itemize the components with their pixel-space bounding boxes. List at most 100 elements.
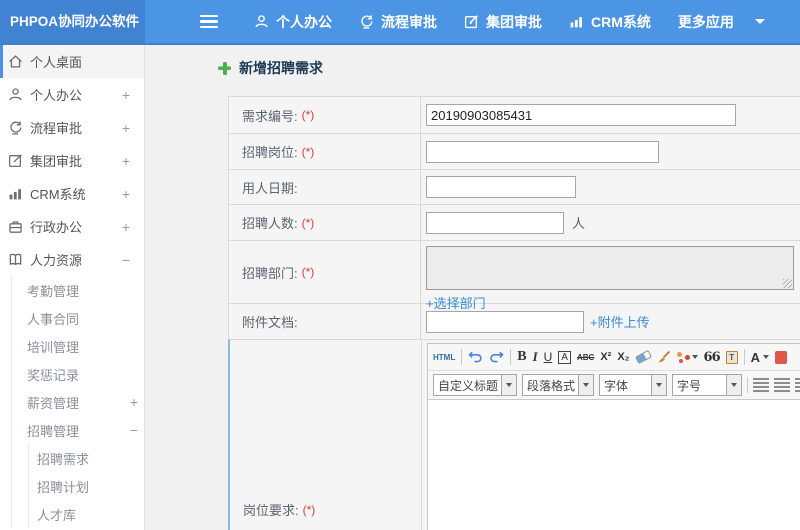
- highlight-color-button[interactable]: [775, 350, 788, 364]
- department-textarea[interactable]: [426, 246, 794, 290]
- form-row-headcount: 招聘人数: (*) 人: [229, 204, 800, 240]
- field-label: 需求编号:: [242, 108, 298, 124]
- briefcase-icon: [8, 219, 23, 234]
- editor-toolbar-row2: 自定义标题 段落格式 字体 字号: [428, 371, 800, 400]
- collapse-minus-icon[interactable]: −: [122, 252, 130, 268]
- headcount-input[interactable]: [426, 211, 564, 234]
- text-color-palette-button[interactable]: [676, 351, 698, 363]
- field-label: 招聘岗位:: [242, 145, 298, 160]
- form-row-date: 用人日期:: [229, 169, 800, 204]
- required-mark: (*): [301, 215, 315, 230]
- sidebar-item-admin-office[interactable]: 行政办公 +: [0, 210, 144, 243]
- field-label: 招聘人数:: [242, 216, 298, 231]
- nav-personal-office[interactable]: 个人办公: [254, 12, 332, 32]
- eraser-icon[interactable]: [634, 349, 652, 365]
- resize-grip-icon[interactable]: [783, 279, 792, 288]
- refresh-icon: [8, 120, 23, 135]
- sidebar-item-group-approval[interactable]: 集团审批 +: [0, 144, 144, 177]
- align-center-icon[interactable]: [774, 378, 790, 392]
- page-title: 新增招聘需求: [218, 58, 323, 78]
- demand-no-input[interactable]: [426, 104, 736, 126]
- collapse-minus-icon[interactable]: −: [130, 422, 138, 438]
- font-family-select[interactable]: 字体: [599, 374, 667, 396]
- nav-group-approval[interactable]: 集团审批: [464, 12, 542, 32]
- recruitment-submenu: 招聘需求 招聘计划 人才库: [28, 444, 144, 528]
- nav-more-apps[interactable]: 更多应用: [678, 12, 765, 32]
- italic-button[interactable]: I: [533, 349, 538, 365]
- sidebar: 个人桌面 个人办公 + 流程审批 + 集团审批 + CRM系统 + 行政办公 +…: [0, 45, 145, 530]
- expand-plus-icon[interactable]: +: [122, 186, 130, 202]
- home-icon: [8, 54, 23, 69]
- sidebar-item-training[interactable]: 培训管理: [12, 332, 144, 360]
- unit-label: 人: [572, 216, 586, 231]
- sidebar-item-personal-desktop[interactable]: 个人桌面: [0, 45, 144, 78]
- form-row-attachment: 附件文档: +附件上传: [229, 303, 800, 339]
- sidebar-item-recruit-plan[interactable]: 招聘计划: [29, 472, 144, 500]
- expand-plus-icon[interactable]: +: [130, 394, 138, 410]
- font-style-button[interactable]: A: [558, 350, 571, 364]
- field-label: 招聘部门:: [242, 265, 298, 281]
- sidebar-item-human-resources[interactable]: 人力资源 −: [0, 243, 144, 276]
- align-right-icon[interactable]: [795, 378, 800, 392]
- subscript-button[interactable]: X₂: [617, 351, 629, 363]
- expand-plus-icon[interactable]: +: [122, 87, 130, 103]
- align-left-icon[interactable]: [753, 378, 769, 392]
- form-row-requirements: 岗位要求: (*) HTML B I U A ABC X² X₂ 66 T A …: [228, 339, 800, 530]
- attachment-upload-link[interactable]: +附件上传: [590, 312, 650, 331]
- sidebar-item-workflow-approval[interactable]: 流程审批 +: [0, 111, 144, 144]
- sidebar-item-hr-contract[interactable]: 人事合同: [12, 304, 144, 332]
- toolbar-separator: [743, 349, 745, 365]
- bar-chart-icon: [569, 14, 584, 29]
- redo-icon[interactable]: [489, 351, 504, 364]
- sidebar-item-crm-system[interactable]: CRM系统 +: [0, 177, 144, 210]
- edit-icon: [464, 14, 479, 29]
- paragraph-format-select[interactable]: 段落格式: [522, 374, 594, 396]
- user-icon: [254, 14, 269, 29]
- caret-down-icon: [691, 355, 698, 359]
- position-input[interactable]: [426, 140, 659, 163]
- editor-content-area[interactable]: [428, 400, 800, 530]
- toolbar-separator: [510, 349, 512, 365]
- main-content: 新增招聘需求 需求编号:(*) 招聘岗位:(*) 用人日期: 招聘人数:(*) …: [145, 45, 800, 530]
- paste-format-button[interactable]: T: [725, 350, 738, 364]
- format-brush-icon[interactable]: [657, 350, 671, 364]
- expand-plus-icon[interactable]: +: [122, 120, 130, 136]
- required-mark: (*): [301, 108, 315, 122]
- expand-plus-icon[interactable]: +: [122, 153, 130, 169]
- undo-icon[interactable]: [468, 351, 483, 364]
- nav-crm-system[interactable]: CRM系统: [569, 12, 651, 32]
- user-icon: [8, 87, 23, 102]
- editor-toolbar-row1: HTML B I U A ABC X² X₂ 66 T A: [428, 344, 800, 371]
- sidebar-item-personal-office[interactable]: 个人办公 +: [0, 78, 144, 111]
- font-color-button[interactable]: A: [751, 350, 770, 365]
- underline-button[interactable]: U: [544, 350, 553, 364]
- caret-down-icon[interactable]: [651, 375, 666, 395]
- sidebar-item-attendance[interactable]: 考勤管理: [12, 276, 144, 304]
- sidebar-item-recruit-demand[interactable]: 招聘需求: [29, 444, 144, 472]
- sidebar-item-salary[interactable]: 薪资管理 +: [12, 388, 144, 416]
- hire-date-input[interactable]: [426, 176, 576, 198]
- bar-chart-icon: [8, 186, 23, 201]
- required-mark: (*): [301, 265, 315, 279]
- caret-down-icon[interactable]: [726, 375, 741, 395]
- attachment-input[interactable]: [426, 310, 584, 333]
- sidebar-item-talent-pool[interactable]: 人才库: [29, 500, 144, 528]
- toolbar-separator: [747, 377, 748, 393]
- hamburger-menu-icon[interactable]: [200, 14, 218, 29]
- expand-plus-icon[interactable]: +: [122, 219, 130, 235]
- font-size-select[interactable]: 字号: [672, 374, 742, 396]
- bold-button[interactable]: B: [517, 349, 526, 365]
- sidebar-item-rewards[interactable]: 奖惩记录: [12, 360, 144, 388]
- heading-select[interactable]: 自定义标题: [433, 374, 517, 396]
- superscript-button[interactable]: X²: [600, 351, 611, 363]
- plus-icon: [218, 61, 231, 75]
- caret-down-icon[interactable]: [578, 375, 593, 395]
- html-source-button[interactable]: HTML: [433, 353, 455, 362]
- sidebar-item-recruitment[interactable]: 招聘管理 −: [12, 416, 144, 444]
- book-icon: [8, 252, 23, 267]
- blockquote-button[interactable]: 66: [704, 350, 721, 365]
- nav-workflow-approval[interactable]: 流程审批: [359, 12, 437, 32]
- top-bar: PHPOA协同办公软件 个人办公 流程审批 集团审批 CRM系统 更多应用: [0, 0, 800, 45]
- strikethrough-button[interactable]: ABC: [577, 353, 594, 362]
- caret-down-icon[interactable]: [501, 375, 516, 395]
